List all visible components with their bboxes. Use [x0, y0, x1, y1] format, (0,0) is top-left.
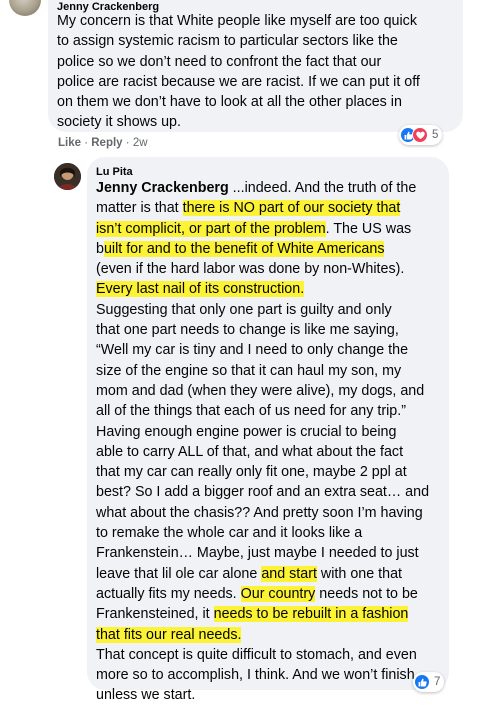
text-segment: unless we start. [96, 687, 196, 704]
text-segment: Having enough engine power is crucial to… [96, 423, 397, 440]
comment-actions-jenny: Like · Reply · 2w [58, 136, 148, 150]
text-segment: mom and dad (when they were alive), my d… [96, 382, 425, 399]
comment-line: (even if the hard labor was done by non-… [96, 259, 429, 279]
comment-line: That concept is quite difficult to stoma… [96, 645, 429, 665]
comment-body-jenny: My concern is that White people like mys… [57, 11, 420, 133]
comment-line: Every last nail of its construction. [96, 279, 429, 299]
comment-line: unless we start. [96, 685, 429, 705]
reaction-count: 5 [432, 129, 439, 141]
highlighted-text: and start [261, 565, 317, 582]
reaction-summary-jenny[interactable]: 5 [399, 125, 443, 145]
reaction-summary-lu[interactable]: 7 [413, 672, 445, 692]
comment-line: that one part needs to change is like me… [96, 320, 429, 340]
comment-line: Frankensteined, it needs to be rebuilt i… [96, 604, 429, 624]
text-segment: leave that lil ole car alone [96, 565, 262, 582]
text-segment: actually fits my needs. [96, 585, 241, 602]
text-segment: best? So I add a bigger roof and an extr… [96, 484, 430, 501]
text-segment: . The US was [325, 220, 412, 237]
comment-line: society it shows up. [57, 114, 181, 131]
comment-line: best? So I add a bigger roof and an extr… [96, 482, 429, 502]
comment-line: Having enough engine power is crucial to… [96, 422, 429, 442]
commenter-avatar-lu[interactable] [54, 163, 81, 190]
comment-timestamp[interactable]: 2w [133, 137, 148, 149]
highlighted-text: needs to be rebuilt in a fashion [213, 606, 409, 623]
comment-line: police so we don’t need to confront the … [57, 53, 382, 70]
text-segment: ...indeed. And the truth of the [228, 180, 417, 196]
highlighted-text: Our country [240, 585, 316, 602]
comment-body-lu: Jenny Crackenberg ...indeed. And the tru… [96, 178, 429, 706]
text-segment: matter is that [96, 200, 183, 217]
comment-line: to assign systemic racism to particular … [57, 33, 398, 50]
text-segment: more so to accomplish, I think. And we w… [96, 667, 415, 684]
comment-line: Suggesting that only one part is guilty … [96, 300, 429, 320]
comment-line: Jenny Crackenberg ...indeed. And the tru… [96, 178, 429, 198]
comment-line: Frankenstein… Maybe, just maybe I needed… [96, 543, 429, 563]
highlighted-text: there is NO part of our society that [182, 200, 401, 217]
comment-line: what about the chasis?? And pretty soon … [96, 503, 429, 523]
text-segment: needs not to be [315, 585, 418, 602]
text-segment: that one part needs to change is like me… [96, 322, 399, 339]
text-segment: able to carry ALL of that, and what abou… [96, 443, 404, 460]
text-segment: “Well my car is tiny and I need to only … [96, 342, 409, 359]
text-segment: size of the engine so that it can haul m… [96, 362, 402, 379]
reply-button[interactable]: Reply [91, 137, 122, 149]
comment-line: mom and dad (when they were alive), my d… [96, 381, 429, 401]
separator: · [122, 137, 133, 149]
comment-line: all of the things that each of us need f… [96, 401, 429, 421]
comment-line: that fits our real needs. [96, 625, 429, 645]
comment-line: built for and to the benefit of White Am… [96, 239, 429, 259]
comment-line: matter is that there is NO part of our s… [96, 198, 429, 218]
text-segment: with one that [316, 565, 402, 582]
comment-line: police are racist because we are racist.… [57, 73, 420, 90]
highlighted-text: uilt for and to the benefit of White Ame… [103, 240, 385, 257]
commenter-avatar-jenny[interactable] [9, 0, 41, 16]
highlighted-text: isn’t complicit, or part of the problem [96, 220, 326, 237]
comment-line: able to carry ALL of that, and what abou… [96, 442, 429, 462]
comment-line: that my car can really only fit one, may… [96, 462, 429, 482]
text-segment: that my car can really only fit one, may… [96, 464, 407, 481]
text-segment: (even if the hard labor was done by non-… [96, 261, 405, 278]
text-segment: Frankenstein… Maybe, just maybe I needed… [96, 545, 419, 562]
mention-link[interactable]: Jenny Crackenberg [96, 180, 229, 196]
comment-line: on them we don’t have to look at all the… [57, 94, 402, 111]
comment-line: to remake the whole car and it looks lik… [96, 523, 429, 543]
comment-line: size of the engine so that it can haul m… [96, 361, 429, 381]
comment-line: “Well my car is tiny and I need to only … [96, 340, 429, 360]
text-segment: Suggesting that only one part is guilty … [96, 301, 392, 318]
text-segment: to remake the whole car and it looks lik… [96, 525, 363, 542]
comment-line: leave that lil ole car alone and start w… [96, 564, 429, 584]
text-segment: That concept is quite difficult to stoma… [96, 646, 417, 663]
separator: · [81, 137, 92, 149]
comment-line: more so to accomplish, I think. And we w… [96, 665, 429, 685]
text-segment: Frankensteined, it [96, 606, 214, 623]
reaction-count: 7 [434, 676, 441, 688]
like-button[interactable]: Like [58, 137, 81, 149]
comment-line: My concern is that White people like mys… [57, 13, 417, 29]
comment-line: actually fits my needs. Our country need… [96, 584, 429, 604]
highlighted-text: that fits our real needs. [96, 626, 242, 643]
text-segment: b [96, 240, 104, 257]
love-icon [412, 127, 428, 143]
like-icon [414, 674, 430, 690]
text-segment: what about the chasis?? And pretty soon … [96, 504, 423, 521]
highlighted-text: Every last nail of its construction. [96, 281, 305, 298]
comment-line: isn’t complicit, or part of the problem.… [96, 219, 429, 239]
text-segment: all of the things that each of us need f… [96, 403, 406, 420]
